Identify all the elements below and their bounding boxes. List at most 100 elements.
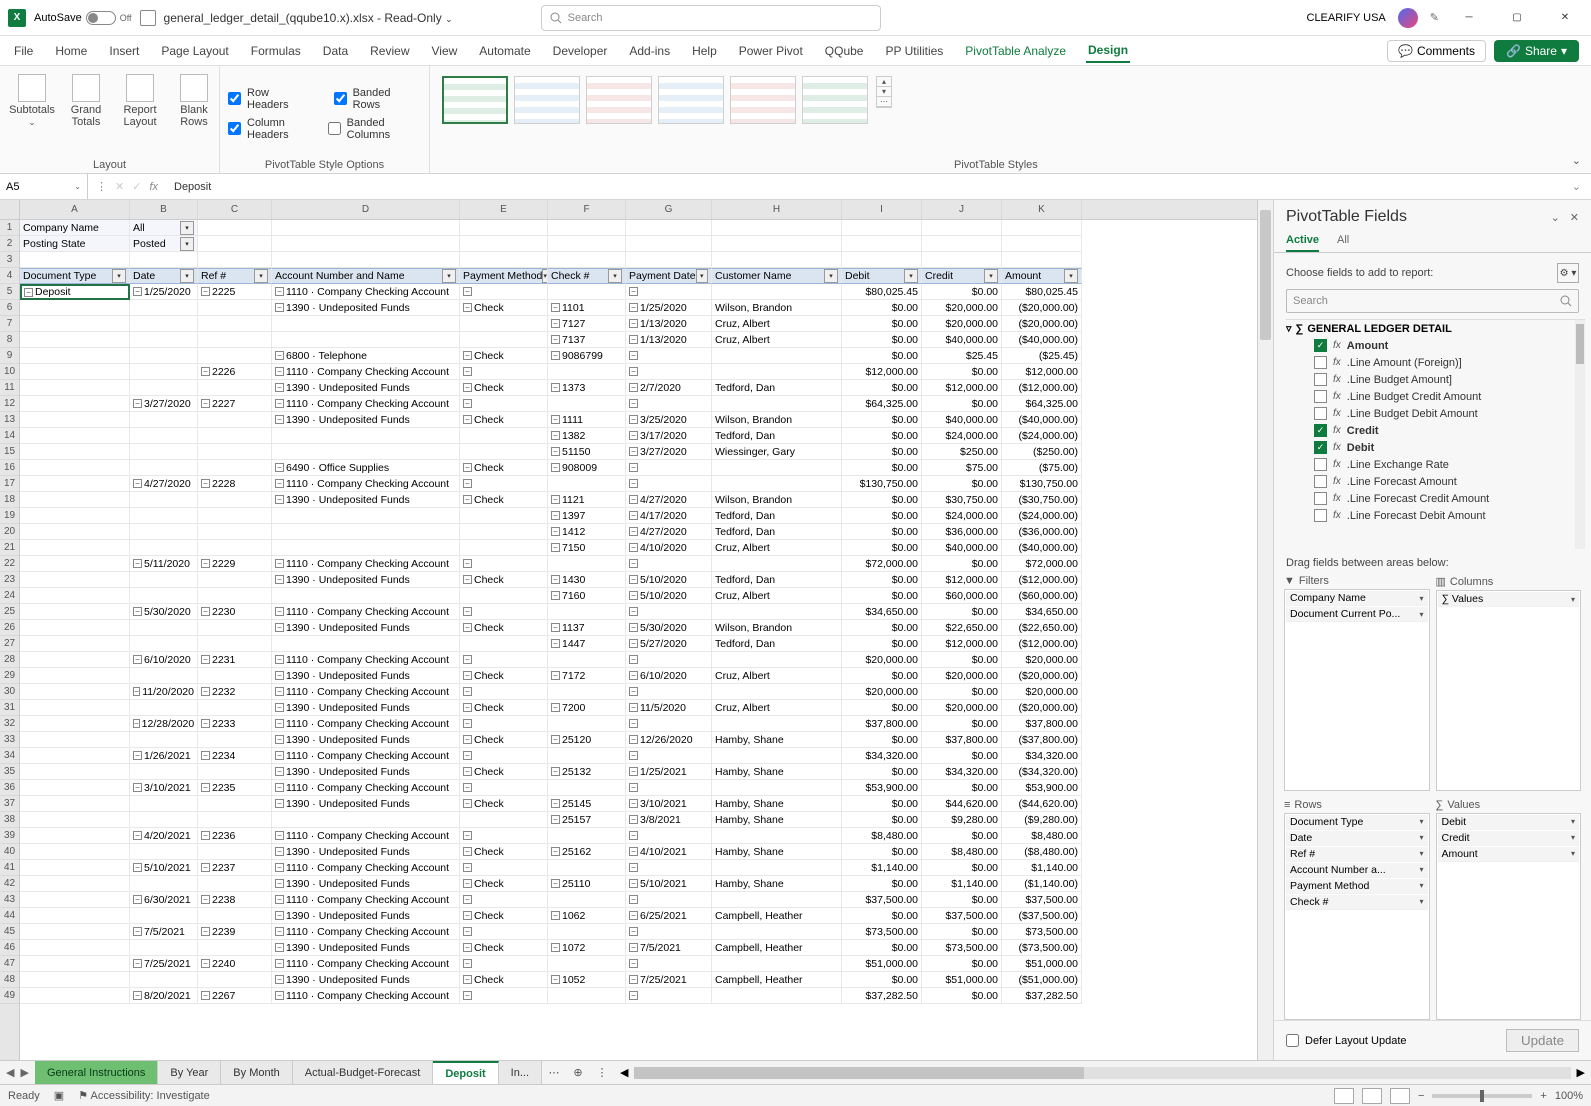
cell[interactable]: $37,500.00 <box>922 908 1002 924</box>
cell[interactable]: All▾ <box>130 220 198 236</box>
collapse-icon[interactable]: − <box>463 767 472 776</box>
cell[interactable] <box>20 956 130 972</box>
cell[interactable]: $37,800.00 <box>1002 716 1082 732</box>
avatar-icon[interactable] <box>1398 8 1418 28</box>
cell[interactable] <box>20 972 130 988</box>
collapse-icon[interactable]: − <box>551 703 560 712</box>
cell[interactable] <box>712 924 842 940</box>
collapse-icon[interactable]: − <box>629 527 638 536</box>
col-J[interactable]: J <box>922 200 1002 219</box>
cell[interactable] <box>20 316 130 332</box>
collapse-icon[interactable]: − <box>463 399 472 408</box>
cell[interactable]: −1/25/2020 <box>130 284 198 300</box>
collapse-icon[interactable]: − <box>551 943 560 952</box>
collapse-icon[interactable]: − <box>463 351 472 360</box>
col-G[interactable]: G <box>626 200 712 219</box>
collapse-icon[interactable]: − <box>551 799 560 808</box>
cell[interactable]: ($22,650.00) <box>1002 620 1082 636</box>
cell[interactable]: −3/27/2020 <box>130 396 198 412</box>
cell[interactable]: Cruz, Albert <box>712 540 842 556</box>
cell[interactable] <box>198 908 272 924</box>
style-swatch[interactable] <box>658 76 724 124</box>
blank-rows-button[interactable]: Blank Rows <box>170 70 218 132</box>
tab-page-layout[interactable]: Page Layout <box>159 40 230 62</box>
cell[interactable] <box>130 876 198 892</box>
cell[interactable]: −7160 <box>548 588 626 604</box>
cell[interactable]: −5/30/2020 <box>626 620 712 636</box>
collapse-icon[interactable]: − <box>629 959 638 968</box>
cell[interactable] <box>20 588 130 604</box>
cell[interactable]: $250.00 <box>922 444 1002 460</box>
cell[interactable] <box>460 444 548 460</box>
collapse-icon[interactable]: − <box>201 479 210 488</box>
cell[interactable]: −2238 <box>198 892 272 908</box>
cell[interactable] <box>20 540 130 556</box>
cell[interactable]: −5/10/2021 <box>626 876 712 892</box>
collapse-icon[interactable]: − <box>463 415 472 424</box>
cell[interactable] <box>20 572 130 588</box>
cell[interactable]: Cruz, Albert <box>712 332 842 348</box>
cell[interactable] <box>130 636 198 652</box>
cell[interactable]: −1110 · Company Checking Account <box>272 684 460 700</box>
cell[interactable]: $0.00 <box>922 476 1002 492</box>
cell[interactable] <box>130 300 198 316</box>
cell[interactable]: − <box>460 476 548 492</box>
cell[interactable]: −2239 <box>198 924 272 940</box>
cell[interactable]: $37,282.50 <box>842 988 922 1004</box>
cell[interactable] <box>198 524 272 540</box>
collapse-icon[interactable]: − <box>551 463 560 472</box>
cell[interactable]: −4/20/2021 <box>130 828 198 844</box>
area-item[interactable]: Payment Method▾ <box>1286 879 1428 894</box>
pane-tab-all[interactable]: All <box>1337 230 1349 252</box>
cell[interactable]: −Check <box>460 460 548 476</box>
cell[interactable]: −1390 · Undeposited Funds <box>272 492 460 508</box>
field-checkbox[interactable] <box>1314 458 1327 471</box>
cell[interactable] <box>712 476 842 492</box>
collapse-icon[interactable]: − <box>629 879 638 888</box>
new-sheet-button[interactable]: ⊕ <box>566 1061 590 1084</box>
cell[interactable] <box>20 876 130 892</box>
cell[interactable]: $0.00 <box>922 748 1002 764</box>
cell[interactable] <box>548 476 626 492</box>
cell[interactable]: Wilson, Brandon <box>712 620 842 636</box>
collapse-icon[interactable]: − <box>201 559 210 568</box>
collapse-icon[interactable]: − <box>629 943 638 952</box>
cell[interactable] <box>20 476 130 492</box>
cell[interactable]: ($73,500.00) <box>1002 940 1082 956</box>
subtotals-button[interactable]: Subtotals⌄ <box>8 70 56 131</box>
cell[interactable]: −1412 <box>548 524 626 540</box>
cell[interactable]: $0.00 <box>842 700 922 716</box>
cell[interactable] <box>20 300 130 316</box>
collapse-icon[interactable]: − <box>201 287 210 296</box>
collapse-icon[interactable]: − <box>629 319 638 328</box>
col-E[interactable]: E <box>460 200 548 219</box>
cell[interactable]: Company Name <box>20 220 130 236</box>
area-item[interactable]: Check #▾ <box>1286 895 1428 910</box>
cell[interactable] <box>548 860 626 876</box>
sheet-divider[interactable]: ⋮ <box>590 1061 614 1084</box>
collapse-icon[interactable]: − <box>275 463 284 472</box>
cell[interactable]: − <box>460 396 548 412</box>
cell[interactable] <box>20 460 130 476</box>
collapse-icon[interactable]: − <box>463 287 472 296</box>
header-filter[interactable]: ▾ <box>442 269 456 283</box>
cell[interactable] <box>626 220 712 236</box>
header-filter[interactable]: ▾ <box>254 269 268 283</box>
cell[interactable]: ($12,000.00) <box>1002 636 1082 652</box>
cell[interactable]: −908009 <box>548 460 626 476</box>
style-swatch[interactable] <box>514 76 580 124</box>
cell[interactable]: $0.00 <box>922 556 1002 572</box>
cell[interactable]: Hamby, Shane <box>712 876 842 892</box>
collapse-icon[interactable]: − <box>551 591 560 600</box>
field-checkbox[interactable] <box>1314 373 1327 386</box>
cell[interactable]: − <box>626 748 712 764</box>
tab-formulas[interactable]: Formulas <box>249 40 303 62</box>
fx-icon[interactable]: fx <box>149 181 158 193</box>
collapse-icon[interactable]: − <box>133 863 142 872</box>
field-item[interactable]: fx.Line Budget Debit Amount <box>1286 405 1585 422</box>
cell[interactable]: − <box>626 652 712 668</box>
collapse-icon[interactable]: − <box>275 415 284 424</box>
cell[interactable]: ($250.00) <box>1002 444 1082 460</box>
collapse-icon[interactable]: − <box>629 479 638 488</box>
cell[interactable] <box>20 332 130 348</box>
